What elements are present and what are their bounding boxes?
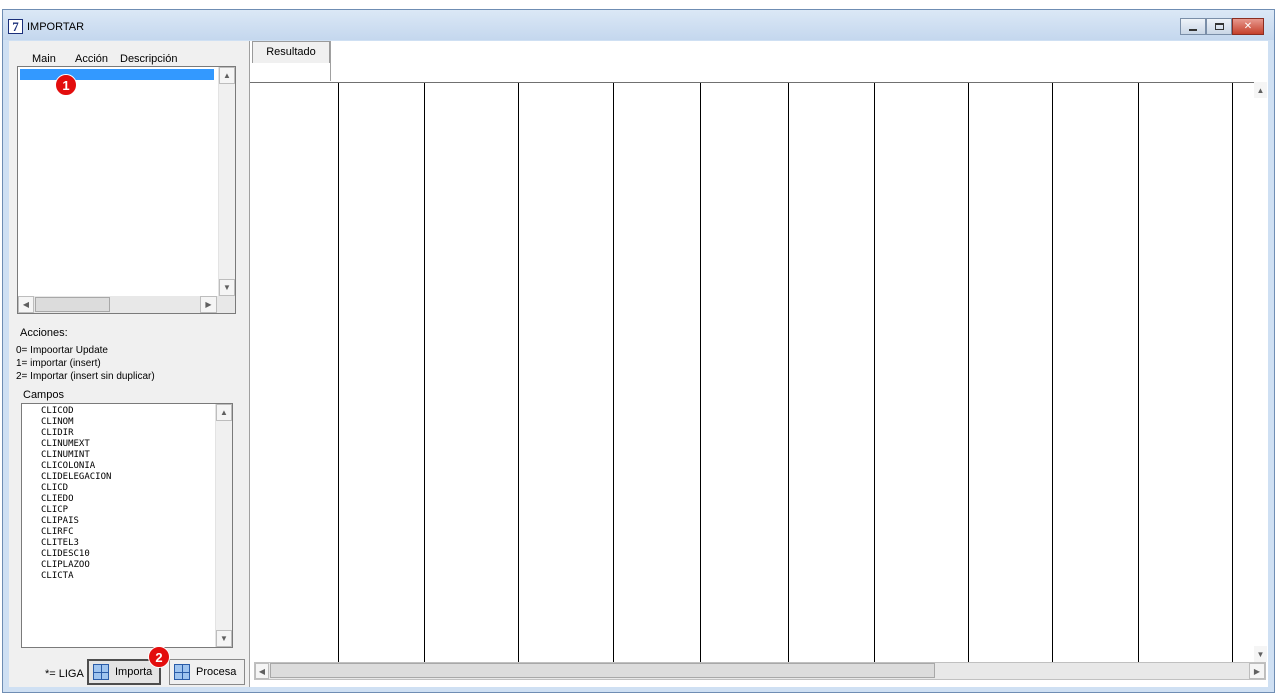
list-item[interactable]: CLINUMEXT bbox=[41, 439, 111, 450]
arrow-left-icon: ◀ bbox=[22, 300, 30, 309]
campos-scroll-up-button[interactable]: ▲ bbox=[216, 404, 232, 421]
table-row-selected[interactable]: FCLI 2 CATINICLI bbox=[20, 69, 214, 112]
list-item[interactable]: CLICTA bbox=[41, 571, 111, 582]
grid-icon bbox=[93, 664, 109, 680]
liga-label: *= LIGA bbox=[45, 668, 84, 680]
campos-label: Campos bbox=[23, 389, 64, 401]
grid-column-separator bbox=[968, 83, 969, 663]
arrow-up-icon: ▲ bbox=[1256, 85, 1265, 95]
arrow-right-icon: ▶ bbox=[1253, 666, 1261, 676]
arrow-down-icon: ▼ bbox=[223, 283, 231, 292]
scroll-up-button[interactable]: ▲ bbox=[219, 67, 235, 84]
importa-label: Importa bbox=[115, 666, 153, 678]
grid-column-separator bbox=[338, 83, 339, 663]
grid-column-separator bbox=[518, 83, 519, 663]
grid-column-separator bbox=[424, 83, 425, 663]
grid-scroll-down-button[interactable]: ▼ bbox=[1254, 646, 1267, 662]
client-area: Main Acción Descripción FCLI 2 CATINICLI… bbox=[9, 41, 1268, 687]
minimize-icon bbox=[1189, 28, 1197, 31]
scroll-left-button[interactable]: ◀ bbox=[18, 296, 34, 313]
list-item[interactable]: CLICOD bbox=[41, 406, 111, 417]
left-panel: Main Acción Descripción FCLI 2 CATINICLI… bbox=[9, 41, 247, 687]
bottom-toolbar: *= LIGA Importa Procesa bbox=[9, 655, 247, 687]
list-item[interactable]: CLIEDO bbox=[41, 494, 111, 505]
acciones-label: Acciones: bbox=[20, 327, 68, 339]
accion-2: 2= Importar (insert sin duplicar) bbox=[16, 371, 155, 382]
window-title: IMPORTAR bbox=[27, 21, 85, 33]
arrow-down-icon: ▼ bbox=[1256, 649, 1265, 659]
arrow-down-icon: ▼ bbox=[220, 634, 228, 643]
table-list[interactable]: FCLI 2 CATINICLI ▲ ▼ ◀ ▶ bbox=[17, 66, 236, 314]
grid-scroll-up-button[interactable]: ▲ bbox=[1254, 82, 1267, 98]
list-item[interactable]: CLIRFC bbox=[41, 527, 111, 538]
row-accion: 2 bbox=[83, 91, 89, 101]
app-icon: 7 bbox=[8, 19, 23, 34]
list-item[interactable]: CLICD bbox=[41, 483, 111, 494]
result-panel: Resultado ▲ ▼ ◀ ▶ bbox=[249, 41, 1268, 687]
list-item[interactable]: CLIPAIS bbox=[41, 516, 111, 527]
campos-list[interactable]: CLICOD CLINOM CLIDIR CLINUMEXT CLINUMINT CLIC… bbox=[21, 403, 233, 648]
grid-column-separator bbox=[1138, 83, 1139, 663]
grid-icon bbox=[174, 664, 190, 680]
maximize-icon bbox=[1214, 23, 1224, 30]
list-vertical-scrollbar[interactable]: ▲ ▼ bbox=[218, 67, 235, 296]
result-grid[interactable] bbox=[250, 82, 1255, 663]
close-icon: ✕ bbox=[1243, 21, 1253, 32]
row-main: FCLI bbox=[21, 80, 43, 90]
arrow-left-icon: ◀ bbox=[258, 666, 266, 676]
arrow-up-icon: ▲ bbox=[220, 408, 228, 417]
row-descripcion: CATINICLI bbox=[106, 102, 155, 112]
campos-items: CLICOD CLINOM CLIDIR CLINUMEXT CLINUMINT CLIC… bbox=[41, 406, 111, 582]
list-item[interactable]: CLICOLONIA bbox=[41, 461, 111, 472]
list-item[interactable]: CLIPLAZOO bbox=[41, 560, 111, 571]
procesa-button[interactable]: Procesa bbox=[169, 659, 245, 685]
column-header-accion: Acción bbox=[75, 53, 109, 65]
grid-vertical-scrollbar[interactable]: ▲ ▼ bbox=[1254, 82, 1268, 662]
minimize-button[interactable] bbox=[1180, 18, 1206, 35]
grid-column-separator bbox=[613, 83, 614, 663]
grid-horizontal-scrollbar[interactable]: ◀ ▶ bbox=[254, 662, 1266, 680]
grid-column-separator bbox=[874, 83, 875, 663]
grid-scroll-thumb[interactable] bbox=[270, 663, 935, 678]
close-button[interactable]: ✕ bbox=[1232, 18, 1264, 35]
scroll-thumb[interactable] bbox=[35, 297, 110, 312]
tab-divider bbox=[330, 41, 331, 81]
column-header-main: Main bbox=[32, 53, 56, 65]
grid-scroll-left-button[interactable]: ◀ bbox=[255, 663, 269, 679]
list-item[interactable]: CLINOM bbox=[41, 417, 111, 428]
list-item[interactable]: CLICP bbox=[41, 505, 111, 516]
list-item[interactable]: CLIDELEGACION bbox=[41, 472, 111, 483]
arrow-up-icon: ▲ bbox=[223, 71, 231, 80]
grid-column-separator bbox=[1052, 83, 1053, 663]
tab-resultado[interactable]: Resultado bbox=[252, 41, 330, 63]
arrow-right-icon: ▶ bbox=[205, 300, 212, 309]
list-horizontal-scrollbar[interactable]: ◀ ▶ bbox=[18, 296, 235, 313]
campos-scroll-down-button[interactable]: ▼ bbox=[216, 630, 232, 647]
accion-0: 0= Impoortar Update bbox=[16, 345, 108, 356]
callout-badge-2: 2 bbox=[148, 646, 170, 668]
grid-column-separator bbox=[700, 83, 701, 663]
list-item[interactable]: CLINUMINT bbox=[41, 450, 111, 461]
callout-badge-1: 1 bbox=[55, 74, 77, 96]
grid-column-separator bbox=[1232, 83, 1233, 663]
procesa-label: Procesa bbox=[196, 666, 237, 678]
column-header-descripcion: Descripción bbox=[120, 53, 178, 65]
grid-column-separator bbox=[788, 83, 789, 663]
list-item[interactable]: CLIDIR bbox=[41, 428, 111, 439]
scroll-right-button[interactable]: ▶ bbox=[200, 296, 217, 313]
list-item[interactable]: CLIDESC10 bbox=[41, 549, 111, 560]
list-item[interactable]: CLITEL3 bbox=[41, 538, 111, 549]
campos-vertical-scrollbar[interactable]: ▲ ▼ bbox=[215, 404, 232, 647]
accion-1: 1= importar (insert) bbox=[16, 358, 101, 369]
maximize-button[interactable] bbox=[1206, 18, 1232, 35]
grid-scroll-right-button[interactable]: ▶ bbox=[1249, 663, 1265, 679]
importar-window: 7 IMPORTAR ✕ Main Acción Descripción FCL… bbox=[2, 9, 1275, 693]
scroll-down-button[interactable]: ▼ bbox=[219, 279, 235, 296]
title-bar[interactable]: 7 IMPORTAR ✕ bbox=[3, 10, 1274, 40]
